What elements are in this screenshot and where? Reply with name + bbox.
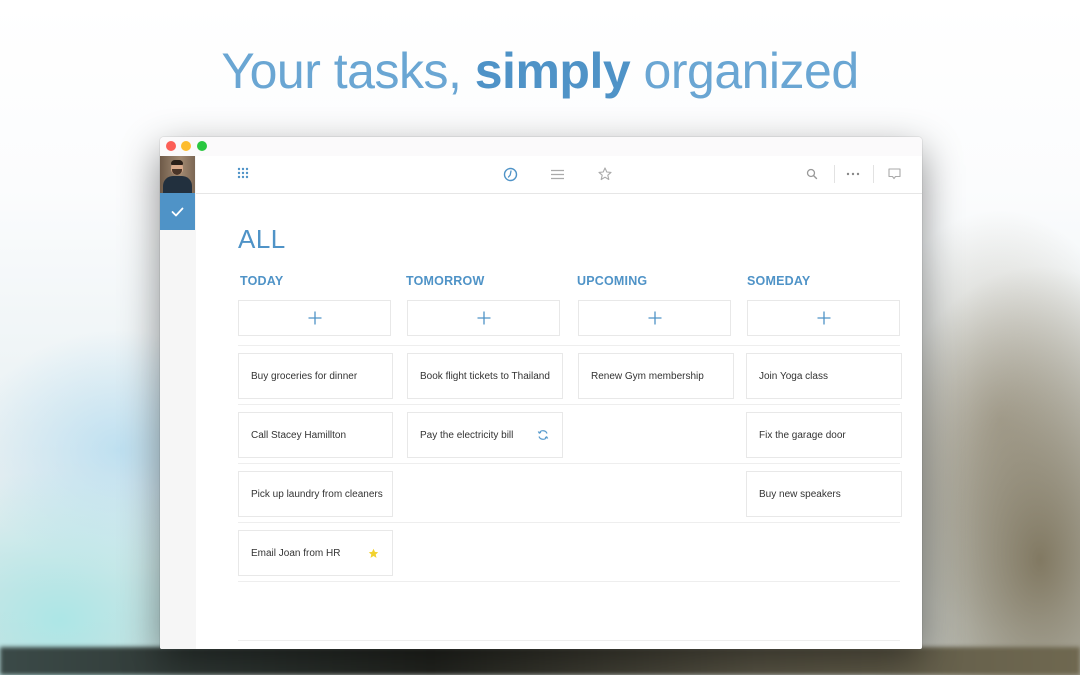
list-icon[interactable]: [548, 165, 566, 183]
star-icon[interactable]: [596, 165, 614, 183]
apps-grid-icon[interactable]: [235, 165, 253, 183]
add-task-today-button[interactable]: [238, 300, 391, 336]
task-label: Fix the garage door: [759, 429, 846, 441]
headline: Your tasks, simply organized: [0, 42, 1080, 100]
toolbar-divider: [873, 165, 874, 183]
row-divider: [238, 404, 900, 405]
task-label: Book flight tickets to Thailand: [420, 370, 550, 382]
plus-icon: [308, 311, 321, 325]
add-task-tomorrow-button[interactable]: [407, 300, 560, 336]
title-bar: [160, 137, 922, 156]
avatar-body: [163, 176, 192, 193]
task-label: Buy groceries for dinner: [251, 370, 358, 382]
task-label: Email Joan from HR: [251, 547, 341, 559]
headline-emphasis: simply: [474, 43, 631, 99]
app-window: ALL TODAY TOMORROW UPCOMING SOMEDAY Buy …: [160, 137, 922, 649]
page-title: ALL: [238, 224, 286, 254]
background-floor: [0, 647, 1080, 675]
task-card[interactable]: Call Stacey Hamillton: [238, 412, 393, 458]
task-card[interactable]: Join Yoga class: [746, 353, 902, 399]
task-label: Call Stacey Hamillton: [251, 429, 347, 441]
sidebar-item-tasks[interactable]: [160, 193, 195, 230]
plus-icon: [817, 311, 830, 325]
chat-icon[interactable]: [885, 165, 903, 183]
star-icon[interactable]: [366, 546, 380, 560]
task-card[interactable]: Fix the garage door: [746, 412, 902, 458]
row-divider: [238, 581, 900, 582]
column-header-upcoming: UPCOMING: [577, 274, 648, 288]
task-label: Pay the electricity bill: [420, 429, 514, 441]
task-label: Buy new speakers: [759, 488, 841, 500]
task-board: ALL TODAY TOMORROW UPCOMING SOMEDAY Buy …: [196, 194, 922, 649]
close-window-button[interactable]: [166, 141, 176, 151]
checkmark-icon: [171, 207, 184, 216]
zoom-window-button[interactable]: [197, 141, 207, 151]
column-header-today: TODAY: [240, 274, 284, 288]
task-label: Renew Gym membership: [591, 370, 704, 382]
clock-icon[interactable]: [501, 165, 519, 183]
repeat-icon: [536, 428, 550, 442]
task-card[interactable]: Renew Gym membership: [578, 353, 734, 399]
row-divider: [238, 345, 900, 346]
avatar-hair: [171, 160, 183, 165]
avatar-beard: [172, 169, 182, 175]
column-header-tomorrow: TOMORROW: [406, 274, 485, 288]
plus-icon: [648, 311, 661, 325]
add-task-someday-button[interactable]: [747, 300, 900, 336]
task-card[interactable]: Buy groceries for dinner: [238, 353, 393, 399]
plus-icon: [477, 311, 490, 325]
user-avatar[interactable]: [160, 156, 195, 193]
headline-part-1: Your tasks,: [221, 43, 475, 99]
task-card[interactable]: Pick up laundry from cleaners: [238, 471, 393, 517]
column-header-someday: SOMEDAY: [747, 274, 811, 288]
search-icon[interactable]: [803, 165, 821, 183]
sidebar: [160, 156, 196, 649]
task-label: Join Yoga class: [759, 370, 828, 382]
task-card[interactable]: Pay the electricity bill: [407, 412, 563, 458]
task-card[interactable]: Book flight tickets to Thailand: [407, 353, 563, 399]
task-label: Pick up laundry from cleaners: [251, 488, 383, 500]
more-icon[interactable]: [844, 165, 862, 183]
minimize-window-button[interactable]: [181, 141, 191, 151]
headline-part-3: organized: [630, 43, 860, 99]
task-card[interactable]: Buy new speakers: [746, 471, 902, 517]
row-divider: [238, 463, 900, 464]
row-divider: [238, 522, 900, 523]
toolbar-divider: [834, 165, 835, 183]
row-divider: [238, 640, 900, 641]
add-task-upcoming-button[interactable]: [578, 300, 731, 336]
task-card[interactable]: Email Joan from HR: [238, 530, 393, 576]
toolbar: [196, 156, 922, 194]
